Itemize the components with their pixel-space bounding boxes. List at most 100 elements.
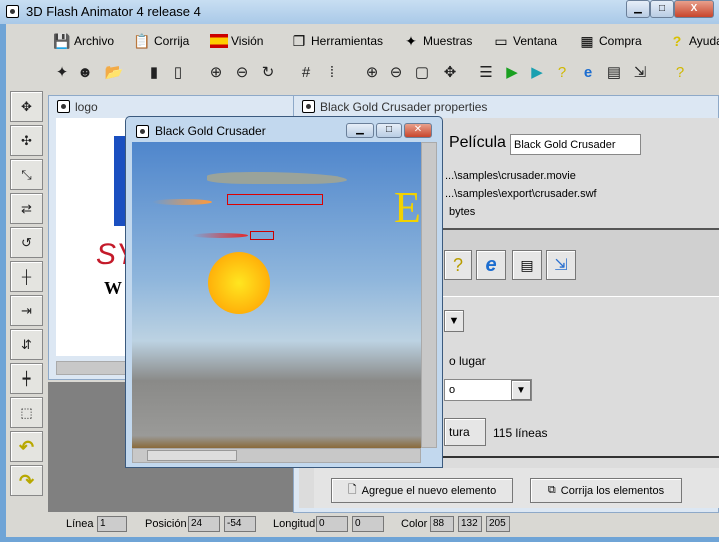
grid-snap-tool[interactable]: ┼ [10,261,43,292]
position-x-field[interactable]: 24 [188,516,220,532]
movie-vscrollbar[interactable] [421,142,437,448]
move-tool[interactable]: ✥ [10,91,43,122]
minimize-button[interactable]: ▁ [626,0,650,18]
text-sprite: E [394,183,421,232]
movie-window[interactable]: Black Gold Crusader ▁ □ ✕ E [125,116,443,468]
rotate-y-icon[interactable]: ⊖ [232,62,252,84]
window-icon [302,100,315,113]
menu-label: Herramientas [311,34,384,48]
menu-compra[interactable]: ▦ Compra [578,30,641,52]
properties-button[interactable]: ▤ [512,250,542,280]
properties-icon[interactable]: ▤ [604,62,624,84]
help-icon[interactable]: ? [670,62,690,84]
undo-tool[interactable]: ↶ [10,431,43,462]
position-y-field[interactable]: -54 [224,516,256,532]
color-r-field[interactable]: 88 [430,516,454,532]
length-x-field[interactable]: 0 [316,516,348,532]
maximize-button[interactable]: □ [650,0,674,18]
center-tool[interactable]: ┿ [10,363,43,394]
export-button[interactable]: ⇲ [546,250,576,280]
pan-icon[interactable]: ✥ [440,62,460,84]
movie-label: Película [449,134,506,151]
grid-icon[interactable]: # [296,62,316,84]
color-g-field[interactable]: 132 [458,516,482,532]
redo-tool[interactable]: ↷ [10,465,43,496]
samples-icon[interactable]: ✦ [52,62,72,84]
points-grid-icon[interactable]: ⁞ [322,62,342,84]
movie-canvas: E [132,142,421,448]
missile-selection [250,231,274,240]
select-rect-tool[interactable]: ⬚ [10,397,43,428]
menu-muestras[interactable]: ✦ Muestras [402,30,472,52]
export-path: ...\samples\export\crusader.swf [445,188,597,200]
menu-corrija[interactable]: 📋 Corrija [133,30,189,52]
save-icon[interactable]: ▮ [144,62,164,84]
logo-window-title: logo [75,100,98,114]
combo-value: o [449,384,456,396]
combo-arrow[interactable]: ▼ [511,380,531,400]
internet-explorer-button[interactable]: e [476,250,506,280]
zoom-out-icon[interactable]: ⊖ [386,62,406,84]
move-horizontal-icon: ⇄ [21,201,32,216]
selection-box [227,194,323,205]
play-alt-icon[interactable]: ▶ [527,62,547,84]
dropdown-arrow[interactable]: ▼ [444,310,464,332]
bottom-area: 🗋 Agregue el nuevo elemento ⧉ Corrija los … [314,468,719,508]
buy-icon: ▦ [580,32,594,49]
scale-tool[interactable]: ⤡ [10,159,43,190]
select-rect-icon: ⬚ [20,405,33,420]
rotate-z-icon[interactable]: ↻ [258,62,278,84]
color-b-field[interactable]: 205 [486,516,510,532]
menu-herramientas[interactable]: ❐ Herramientas [290,30,383,52]
play-icon[interactable]: ▶ [502,62,522,84]
add-element-button[interactable]: 🗋 Agregue el nuevo elemento [331,478,513,503]
position-label: Posición [145,518,187,530]
move-points-icon: ✣ [21,133,32,148]
movie-name-input[interactable] [510,134,641,155]
list-icon[interactable]: ☰ [476,62,496,84]
menu-ayuda[interactable]: ? Ayuda [668,30,719,52]
length-y-field[interactable]: 0 [352,516,384,532]
place-combo[interactable]: o ▼ [444,379,532,401]
help-context-icon[interactable]: ? [552,62,572,84]
align-vertical-tool[interactable]: ⇵ [10,329,43,360]
help-icon: ? [672,33,682,49]
close-button[interactable]: X [674,0,714,18]
mona-lisa-icon[interactable]: ☻ [75,62,95,84]
movie-hscrollbar[interactable] [132,448,421,463]
rotate-x-icon[interactable]: ⊕ [206,62,226,84]
color-label: Color [401,518,428,530]
hscroll-thumb[interactable] [147,450,237,461]
close-button[interactable]: ✕ [404,123,432,138]
move-horizontal-tool[interactable]: ⇄ [10,193,43,224]
script-button[interactable]: tura [444,418,486,446]
length-label: Longitud [273,518,316,530]
rotate-tool[interactable]: ↺ [10,227,43,258]
align-vertical-icon: ⇵ [21,337,32,352]
missile-flame [192,233,248,238]
export-icon[interactable]: ⇲ [630,62,650,84]
center-icon: ┿ [22,371,31,386]
menu-label: Corrija [154,34,190,48]
menu-ventana[interactable]: ▭ Ventana [492,30,557,52]
menu-label: Ayuda [689,34,719,48]
new-document-icon: 🗋 [347,484,357,496]
minimize-button[interactable]: ▁ [346,123,374,138]
help-context-button[interactable]: ? [444,250,472,280]
save-all-icon[interactable]: ▯ [168,62,188,84]
line-field[interactable]: 1 [97,516,127,532]
edit-elements-button[interactable]: ⧉ Corrija los elementos [530,478,682,503]
add-element-label: Agregue el nuevo elemento [361,484,497,497]
internet-explorer-icon[interactable]: e [578,62,598,84]
move-points-tool[interactable]: ✣ [10,125,43,156]
align-horizontal-tool[interactable]: ⇥ [10,295,43,326]
maximize-button[interactable]: □ [376,123,402,138]
menu-label: Visión [231,34,264,48]
menu-archivo[interactable]: 💾 Archivo [53,30,114,52]
title-bar: 3D Flash Animator 4 release 4 ▁ □ X [0,0,719,24]
zoom-fit-icon[interactable]: ▢ [412,62,432,84]
align-horizontal-icon: ⇥ [21,303,32,318]
menu-visión[interactable]: Visión [210,30,263,52]
open-folder-icon[interactable]: 📂 [104,62,124,84]
zoom-in-icon[interactable]: ⊕ [362,62,382,84]
